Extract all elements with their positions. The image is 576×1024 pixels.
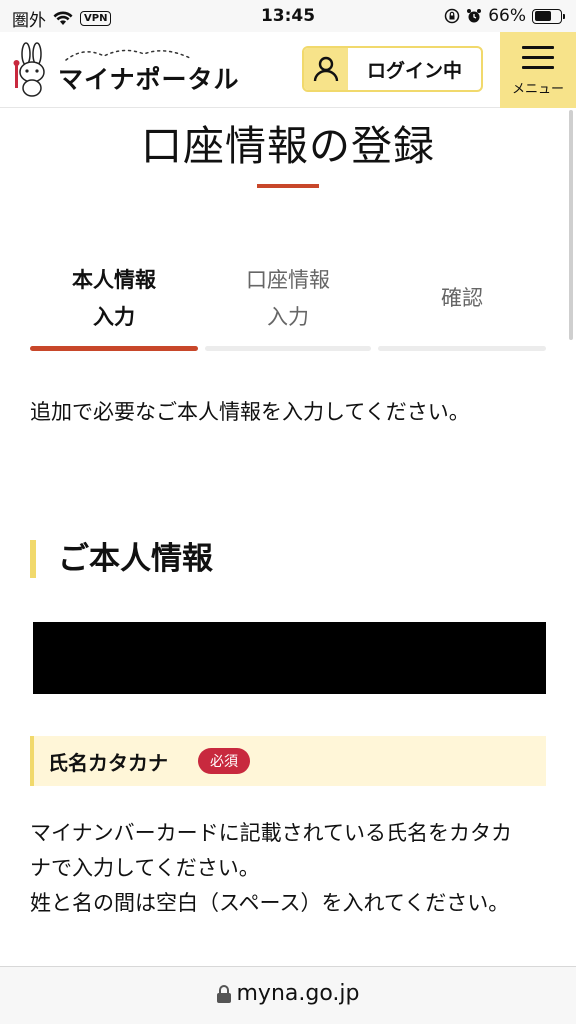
- step-progress-active: [30, 346, 198, 351]
- rabbit-mascot-icon: [13, 42, 45, 97]
- battery-fill: [534, 11, 551, 21]
- battery-icon: [532, 8, 565, 24]
- hamburger-icon-bar: [522, 66, 554, 69]
- status-right: 66%: [444, 6, 565, 26]
- step-label: 入力: [267, 305, 309, 329]
- step-confirm: 確認: [378, 280, 546, 317]
- field-description-line: マイナンバーカードに記載されている氏名をカタカナで入力してください。: [30, 821, 512, 880]
- hamburger-icon: [522, 46, 554, 49]
- site-logo[interactable]: マイナポータル: [12, 42, 240, 98]
- login-status-button[interactable]: ログイン中: [302, 46, 483, 92]
- step-account-info: 口座情報 入力: [205, 262, 371, 336]
- step-label: 本人情報: [72, 268, 156, 292]
- step-indicator: 本人情報 入力 口座情報 入力 確認: [30, 262, 546, 354]
- field-heading-katakana-name: 氏名カタカナ 必須: [30, 736, 546, 786]
- field-description: マイナンバーカードに記載されている氏名をカタカナで入力してください。 姓と名の間…: [30, 816, 530, 921]
- title-underline: [257, 184, 319, 188]
- orientation-lock-icon: [444, 8, 460, 24]
- intro-text: 追加で必要なご本人情報を入力してください。: [30, 400, 470, 424]
- step-label: 入力: [93, 305, 135, 329]
- battery-percent: 66%: [488, 6, 526, 26]
- url-display[interactable]: myna.go.jp: [0, 981, 576, 1006]
- scrollbar[interactable]: [569, 110, 573, 340]
- lock-icon: [216, 984, 231, 1003]
- login-status-label: ログイン中: [366, 59, 462, 82]
- menu-button[interactable]: メニュー: [500, 32, 576, 108]
- alarm-icon: [467, 9, 482, 23]
- logo-dots-decoration: [65, 49, 191, 61]
- url-text: myna.go.jp: [236, 981, 360, 1006]
- user-icon: [304, 48, 348, 90]
- brand-text: マイナポータル: [58, 65, 240, 94]
- required-badge: 必須: [198, 748, 250, 774]
- step-label: 確認: [441, 286, 483, 310]
- redacted-block: [33, 622, 546, 694]
- step-personal-info: 本人情報 入力: [30, 262, 198, 336]
- site-header: マイナポータル ログイン中 メニュー: [0, 32, 576, 108]
- status-bar: 圏外 VPN 13:45 66%: [0, 0, 576, 32]
- browser-url-bar[interactable]: myna.go.jp: [0, 966, 576, 1024]
- field-description-line: 姓と名の間は空白（スペース）を入れてください。: [30, 891, 510, 915]
- menu-label: メニュー: [511, 82, 564, 97]
- step-progress-inactive: [378, 346, 546, 351]
- section-heading: ご本人情報: [30, 540, 213, 578]
- step-label: 口座情報: [246, 268, 330, 292]
- hamburger-icon-bar: [522, 56, 554, 59]
- page-title: 口座情報の登録: [141, 122, 435, 170]
- field-label: 氏名カタカナ: [48, 750, 168, 775]
- brand-name: マイナポータル: [58, 49, 240, 96]
- step-progress-inactive: [205, 346, 371, 351]
